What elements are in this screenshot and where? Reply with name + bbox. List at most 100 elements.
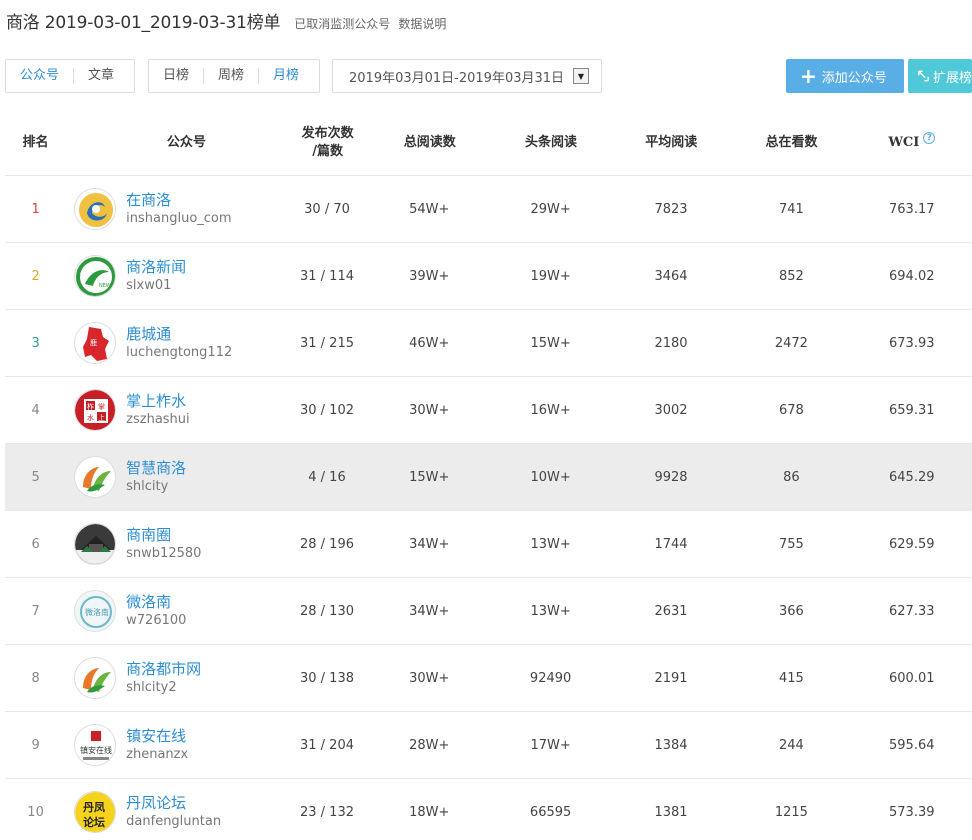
avatar[interactable] bbox=[74, 188, 117, 230]
wci-cell: 600.01 bbox=[889, 670, 935, 686]
account-name-link[interactable]: 微洛南 bbox=[126, 593, 186, 612]
account-name-link[interactable]: 商洛都市网 bbox=[126, 660, 201, 679]
account-cell[interactable]: 镇安在线 镇安在线 zhenanzx bbox=[66, 724, 286, 766]
wci-cell: 694.02 bbox=[889, 268, 935, 284]
table-row[interactable]: 4 柞掌水上掌上柞水 zszhashui 30 / 102 30W+ 16W+ 3002 67… bbox=[5, 377, 972, 444]
account-cell[interactable]: 商南圈 snwb12580 bbox=[66, 523, 286, 565]
help-icon[interactable]: ? bbox=[923, 131, 936, 144]
rank-period-tab-group: 日榜 周榜 月榜 bbox=[148, 59, 320, 93]
headline-reads-cell: 17W+ bbox=[530, 737, 571, 753]
tab-weekly[interactable]: 周榜 bbox=[203, 68, 258, 84]
add-account-button[interactable]: + 添加公众号 bbox=[786, 59, 904, 93]
header-total-reads[interactable]: 总阅读数 bbox=[369, 134, 491, 152]
extended-rank-label: 扩展榜 bbox=[932, 70, 972, 86]
rank-cell: 6 bbox=[31, 536, 40, 552]
looking-cell: 415 bbox=[778, 670, 804, 686]
table-row[interactable]: 1 在商洛 inshangluo_com 30 / 70 54W+ 29W+ 7823 741… bbox=[5, 176, 972, 243]
account-name-link[interactable]: 掌上柞水 bbox=[126, 392, 190, 411]
avatar[interactable] bbox=[74, 657, 117, 699]
page-title: 商洛 2019-03-01_2019-03-31榜单 bbox=[6, 13, 281, 33]
account-cell[interactable]: 微洛南 微洛南 w726100 bbox=[66, 590, 286, 632]
wci-cell: 629.59 bbox=[889, 536, 935, 552]
date-range-select[interactable]: 2019年03月01日-2019年03月31日 ▼ bbox=[332, 59, 602, 93]
account-name-link[interactable]: 在商洛 bbox=[126, 191, 231, 210]
account-id: shlcity2 bbox=[126, 680, 177, 695]
avg-reads-cell: 3002 bbox=[654, 402, 688, 418]
account-name-link[interactable]: 镇安在线 bbox=[126, 727, 188, 746]
header-rank: 排名 bbox=[22, 134, 49, 150]
account-cell[interactable]: 丹凤 论坛 丹凤论坛 danfenglunta​n bbox=[66, 791, 286, 833]
avatar[interactable]: 镇安在线 bbox=[74, 724, 117, 766]
avatar[interactable] bbox=[74, 523, 117, 565]
tab-monthly[interactable]: 月榜 bbox=[258, 68, 313, 84]
avatar[interactable]: 丹凤 论坛 bbox=[74, 791, 117, 833]
headline-reads-cell: 13W+ bbox=[530, 536, 571, 552]
account-cell[interactable]: 商洛都市网 shlcity2 bbox=[66, 657, 286, 699]
chevron-down-icon[interactable]: ▼ bbox=[573, 68, 589, 84]
table-row[interactable]: 8 商洛都市网 shlcity2 30 / 138 30W+ 92490 2191 415 60… bbox=[5, 645, 972, 712]
table-row[interactable]: 6 商南圈 snwb12580 28 / 196 34W+ 13W+ 1744 755 629.… bbox=[5, 511, 972, 578]
header-publish-line1: 发布次数 bbox=[301, 125, 354, 141]
table-row[interactable]: 10 丹凤 论坛 丹凤论坛 danfenglunta​n 23 / 132 18W+ 6659… bbox=[5, 779, 972, 840]
headline-reads-cell: 10W+ bbox=[530, 469, 571, 485]
extended-rank-button[interactable]: 扩展榜 bbox=[908, 59, 972, 93]
ranking-table: 排名 公众号 发布次数 /篇数 总阅读数 头条阅读 平均阅读 总在看数 WCI … bbox=[5, 110, 972, 840]
headline-reads-cell: 19W+ bbox=[530, 268, 571, 284]
account-name-link[interactable]: 商南圈 bbox=[126, 526, 201, 545]
wci-cell: 627.33 bbox=[889, 603, 935, 619]
table-row[interactable]: 2 NEWS 商洛新闻 slxw01 31 / 114 39W+ 19W+ 3464 852 69… bbox=[5, 243, 972, 310]
publish-cell: 23 / 132 bbox=[300, 804, 354, 820]
looking-cell: 755 bbox=[778, 536, 804, 552]
avatar[interactable]: NEWS bbox=[74, 255, 117, 297]
table-row[interactable]: 7 微洛南 微洛南 w726100 28 / 130 34W+ 13W+ 2631 366 627… bbox=[5, 578, 972, 645]
tab-daily[interactable]: 日榜 bbox=[149, 68, 203, 84]
data-explanation-link[interactable]: 数据说明 bbox=[398, 15, 446, 32]
headline-reads-cell: 29W+ bbox=[530, 201, 571, 217]
looking-cell: 2472 bbox=[774, 335, 808, 351]
account-cell[interactable]: 鹿 鹿城通 luchengtong112 bbox=[66, 322, 286, 364]
table-row[interactable]: 3 鹿 鹿城通 luchengtong112 31 / 215 46W+ 15W+ 2180 2… bbox=[5, 310, 972, 377]
header-wci[interactable]: WCI ? bbox=[852, 131, 972, 152]
account-cell[interactable]: NEWS 商洛新闻 slxw01 bbox=[66, 255, 286, 297]
avatar[interactable]: 鹿 bbox=[74, 322, 117, 364]
svg-text:鹿: 鹿 bbox=[90, 338, 97, 347]
header-headline-reads[interactable]: 头条阅读 bbox=[491, 134, 611, 152]
account-id: inshangluo_com bbox=[126, 211, 232, 226]
headline-reads-cell: 66595 bbox=[529, 804, 572, 820]
headline-reads-cell: 15W+ bbox=[530, 335, 571, 351]
total-reads-cell: 30W+ bbox=[409, 402, 450, 418]
account-id: zhenanzx bbox=[126, 747, 189, 762]
table-row[interactable]: 5 智慧商洛 shlcity 4 / 16 15W+ 10W+ 9928 86 645.29 bbox=[5, 444, 972, 511]
account-cell[interactable]: 在商洛 inshangluo_com bbox=[66, 188, 286, 230]
total-reads-cell: 30W+ bbox=[409, 670, 450, 686]
table-row[interactable]: 9 镇安在线 镇安在线 zhenanzx 31 / 204 28W+ 17W+ 1384 244… bbox=[5, 712, 972, 779]
account-name-link[interactable]: 智慧商洛 bbox=[126, 459, 186, 478]
account-name-link[interactable]: 丹凤论坛 bbox=[126, 794, 221, 813]
publish-cell: 30 / 70 bbox=[304, 201, 350, 217]
publish-cell: 31 / 204 bbox=[300, 737, 354, 753]
account-name-link[interactable]: 鹿城通 bbox=[126, 325, 232, 344]
cancelled-accounts-link[interactable]: 已取消监测公众号 bbox=[294, 15, 390, 32]
header-total-looking[interactable]: 总在看数 bbox=[731, 134, 851, 152]
tab-articles[interactable]: 文章 bbox=[73, 68, 128, 84]
rank-cell: 10 bbox=[27, 804, 44, 820]
header-avg-reads[interactable]: 平均阅读 bbox=[611, 134, 731, 152]
avatar[interactable] bbox=[74, 456, 117, 498]
total-reads-cell: 15W+ bbox=[409, 469, 450, 485]
avatar[interactable]: 微洛南 bbox=[74, 590, 117, 632]
avatar[interactable]: 柞掌水上 bbox=[74, 389, 117, 431]
rank-cell: 9 bbox=[31, 737, 40, 753]
svg-text:水: 水 bbox=[87, 413, 94, 422]
svg-text:论坛: 论坛 bbox=[83, 815, 105, 829]
wci-cell: 573.39 bbox=[889, 804, 935, 820]
account-name-link[interactable]: 商洛新闻 bbox=[126, 258, 186, 277]
looking-cell: 86 bbox=[783, 469, 800, 485]
headline-reads-cell: 92490 bbox=[529, 670, 572, 686]
total-reads-cell: 18W+ bbox=[409, 804, 450, 820]
headline-reads-cell: 13W+ bbox=[530, 603, 571, 619]
account-cell[interactable]: 柞掌水上掌上柞水 zszhashui bbox=[66, 389, 286, 431]
account-cell[interactable]: 智慧商洛 shlcity bbox=[66, 456, 286, 498]
tab-accounts[interactable]: 公众号 bbox=[6, 68, 73, 84]
avg-reads-cell: 2631 bbox=[654, 603, 688, 619]
total-reads-cell: 34W+ bbox=[409, 536, 450, 552]
